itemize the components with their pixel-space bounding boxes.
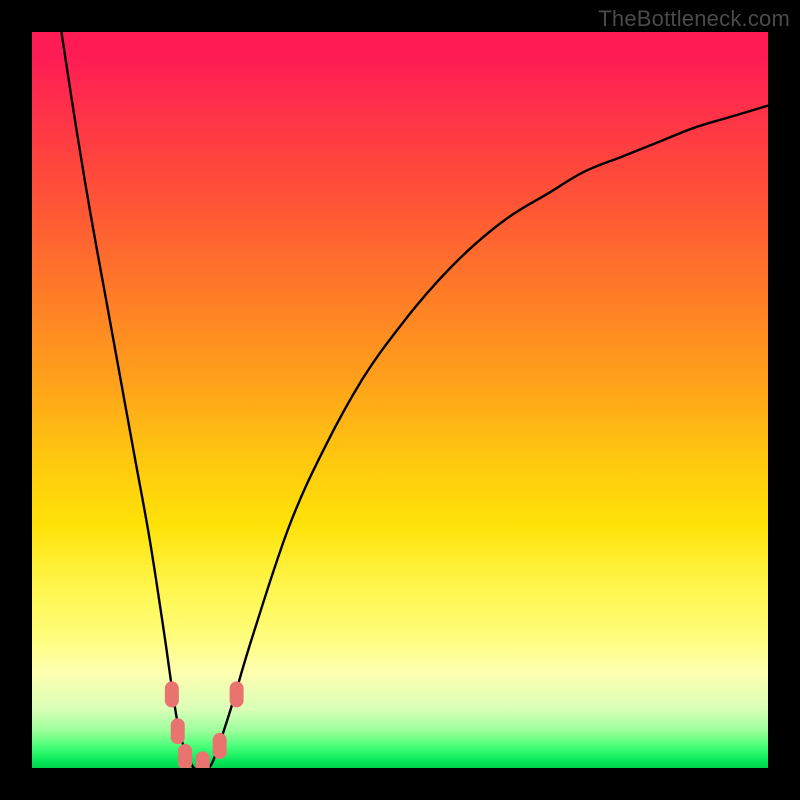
curve-marker xyxy=(213,733,227,759)
watermark-text: TheBottleneck.com xyxy=(598,6,790,32)
curve-marker xyxy=(230,681,244,707)
curve-marker xyxy=(171,718,185,744)
curve-layer xyxy=(32,32,768,768)
curve-markers xyxy=(165,681,244,768)
bottleneck-curve xyxy=(61,32,768,768)
curve-marker xyxy=(196,751,210,768)
plot-area xyxy=(32,32,768,768)
curve-marker xyxy=(178,744,192,768)
curve-marker xyxy=(165,681,179,707)
chart-frame: TheBottleneck.com xyxy=(0,0,800,800)
